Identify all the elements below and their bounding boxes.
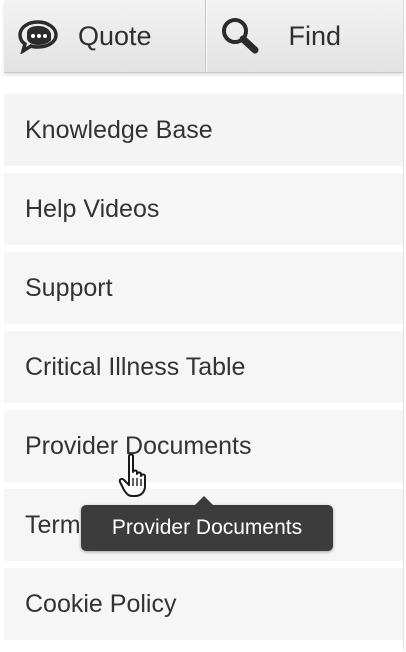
menu-item-support[interactable]: Support — [4, 252, 403, 324]
menu-item-provider-documents[interactable]: Provider Documents — [4, 410, 403, 482]
menu-item-label: Knowledge Base — [25, 115, 213, 144]
menu-item-critical-illness-table[interactable]: Critical Illness Table — [4, 331, 403, 403]
help-menu-list: Knowledge Base Help Videos Support Criti… — [4, 94, 403, 647]
tooltip-text: Provider Documents — [111, 516, 303, 539]
magnifier-icon — [219, 16, 263, 56]
menu-item-label: Support — [25, 273, 113, 302]
menu-item-label: Critical Illness Table — [25, 352, 246, 381]
menu-item-label: Cookie Policy — [25, 589, 177, 618]
tooltip-arrow — [195, 496, 213, 505]
menu-item-cookie-policy[interactable]: Cookie Policy — [4, 568, 403, 640]
quote-button[interactable]: Quote — [4, 0, 205, 72]
find-button[interactable]: Find — [205, 0, 404, 72]
menu-item-label: Term — [25, 510, 81, 539]
tooltip: Provider Documents — [81, 496, 333, 551]
find-label: Find — [288, 20, 342, 51]
speech-bubble-icon — [16, 18, 60, 54]
toolbar: Quote Find — [4, 0, 403, 73]
hand-pointer-icon — [117, 452, 157, 507]
menu-item-label: Help Videos — [25, 194, 160, 223]
menu-item-knowledge-base[interactable]: Knowledge Base — [4, 94, 403, 166]
help-menu-panel: Quote Find Knowledge Base Help Videos Su… — [4, 0, 404, 650]
menu-item-help-videos[interactable]: Help Videos — [4, 173, 403, 245]
quote-label: Quote — [78, 20, 152, 51]
